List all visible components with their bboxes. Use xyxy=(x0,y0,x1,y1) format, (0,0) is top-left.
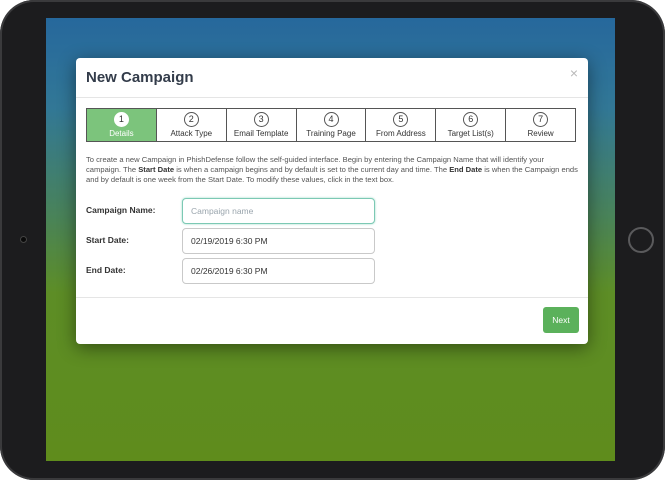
step-number-3: 3 xyxy=(253,112,269,127)
footer-divider xyxy=(76,297,588,298)
close-icon[interactable]: × xyxy=(570,66,578,80)
campaign-name-input[interactable]: Campaign name xyxy=(182,198,375,224)
step-label: Email Template xyxy=(233,129,289,138)
step-from-address[interactable]: 5 From Address xyxy=(366,109,437,141)
intro-text: To create a new Campaign in PhishDefense… xyxy=(86,155,578,185)
end-date-term: End Date xyxy=(449,165,483,174)
step-number-7: 7 xyxy=(533,112,549,127)
step-number-1: 1 xyxy=(113,112,129,127)
end-date-label: End Date: xyxy=(86,265,126,275)
intro-part: is when a campaign begins and by default… xyxy=(174,165,450,174)
step-number-4: 4 xyxy=(323,112,339,127)
wizard-steps: 1 Details 2 Attack Type 3 Email Template… xyxy=(86,108,576,142)
step-label: Target List(s) xyxy=(447,129,494,138)
step-number-6: 6 xyxy=(463,112,479,127)
modal-title: New Campaign xyxy=(86,69,194,86)
step-number-2: 2 xyxy=(183,112,199,127)
step-training-page[interactable]: 4 Training Page xyxy=(296,109,367,141)
step-target-lists[interactable]: 6 Target List(s) xyxy=(436,109,507,141)
step-details[interactable]: 1 Details xyxy=(87,109,157,141)
end-date-input[interactable]: 02/26/2019 6:30 PM xyxy=(182,258,375,284)
step-number-5: 5 xyxy=(393,112,409,127)
step-review[interactable]: 7 Review xyxy=(506,109,576,141)
step-label: Training Page xyxy=(306,129,356,138)
screen: New Campaign × 1 Details 2 Attack Type 3… xyxy=(46,18,615,461)
step-label: From Address xyxy=(375,129,426,138)
end-date-row: End Date: 02/26/2019 6:30 PM xyxy=(86,258,386,284)
start-date-row: Start Date: 02/19/2019 6:30 PM xyxy=(86,228,386,254)
start-date-value: 02/19/2019 6:30 PM xyxy=(191,236,268,246)
new-campaign-modal: New Campaign × 1 Details 2 Attack Type 3… xyxy=(76,58,588,344)
step-attack-type[interactable]: 2 Attack Type xyxy=(156,109,227,141)
step-label: Attack Type xyxy=(170,129,213,138)
campaign-name-label: Campaign Name: xyxy=(86,205,156,215)
modal-header: New Campaign × xyxy=(76,58,588,98)
campaign-name-placeholder: Campaign name xyxy=(191,206,254,216)
home-button[interactable] xyxy=(628,227,654,253)
start-date-term: Start Date xyxy=(138,165,175,174)
start-date-label: Start Date: xyxy=(86,235,129,245)
tablet-frame: New Campaign × 1 Details 2 Attack Type 3… xyxy=(0,0,665,480)
end-date-value: 02/26/2019 6:30 PM xyxy=(191,266,268,276)
step-label: Review xyxy=(527,129,554,138)
camera-icon xyxy=(20,236,27,243)
step-label: Details xyxy=(109,129,134,138)
step-email-template[interactable]: 3 Email Template xyxy=(226,109,297,141)
campaign-name-row: Campaign Name: Campaign name xyxy=(86,198,386,224)
start-date-input[interactable]: 02/19/2019 6:30 PM xyxy=(182,228,375,254)
next-button[interactable]: Next xyxy=(543,307,579,333)
